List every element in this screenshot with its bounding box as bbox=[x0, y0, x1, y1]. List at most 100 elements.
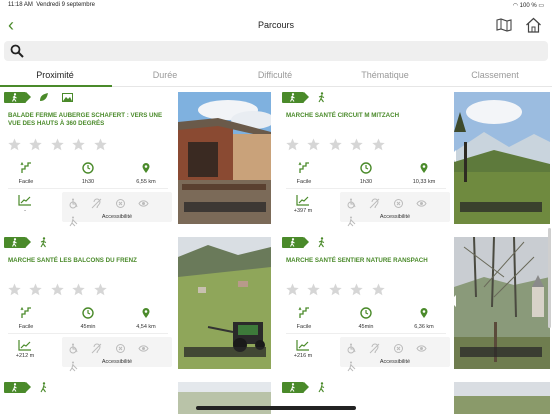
walk-icon bbox=[4, 237, 31, 248]
rating-stars[interactable] bbox=[286, 138, 389, 152]
clock-icon bbox=[360, 162, 372, 174]
elevation-icon bbox=[296, 195, 309, 206]
trail-list: BALADE FERME AUBERGE SCHAFERT : VERS UNE… bbox=[0, 88, 552, 414]
trail-photo[interactable] bbox=[178, 237, 271, 369]
duration-stat: 45min bbox=[68, 307, 108, 330]
trail-info: MARCHE SANTÉ CIRCUIT M MITZACH Facile 1h… bbox=[278, 88, 456, 228]
duration-stat: 45min bbox=[346, 307, 386, 330]
tab-classement[interactable]: Classement bbox=[440, 70, 550, 80]
distance-value: 10,33 km bbox=[412, 179, 436, 185]
trail-photo[interactable] bbox=[454, 237, 550, 369]
visual-icon bbox=[138, 345, 149, 352]
search-bar[interactable] bbox=[4, 41, 548, 61]
difficulty-icon bbox=[298, 307, 309, 318]
rating-stars[interactable] bbox=[8, 138, 111, 152]
trail-card[interactable]: MARCHE SANTÉ LES BALCONS DU FRENZ Facile… bbox=[0, 233, 278, 373]
duration-value: 45min bbox=[80, 324, 96, 330]
star-icon[interactable] bbox=[329, 138, 342, 151]
star-icon[interactable] bbox=[372, 138, 385, 151]
star-icon[interactable] bbox=[72, 138, 86, 151]
duration-value: 1h30 bbox=[81, 179, 95, 185]
difficulty-value: Facile bbox=[18, 324, 34, 330]
rating-stars[interactable] bbox=[286, 283, 389, 297]
home-icon[interactable] bbox=[525, 17, 542, 33]
accessibility-panel: Accessibilité bbox=[340, 192, 450, 227]
tag-row bbox=[282, 237, 327, 249]
elevation-value: +216 m bbox=[293, 353, 313, 359]
wheelchair-icon bbox=[69, 343, 78, 354]
hearing-icon bbox=[92, 198, 102, 209]
star-icon[interactable] bbox=[8, 138, 21, 151]
sort-tabs: Proximité Durée Difficulté Thématique Cl… bbox=[0, 65, 552, 87]
trail-photo[interactable] bbox=[454, 92, 550, 224]
runner-icon bbox=[318, 92, 325, 103]
difficulty-value: Facile bbox=[18, 179, 34, 185]
wheelchair-icon bbox=[69, 198, 78, 209]
star-icon[interactable] bbox=[329, 283, 342, 296]
star-icon[interactable] bbox=[51, 138, 64, 151]
trail-photo-image bbox=[454, 382, 550, 414]
runner-icon bbox=[40, 237, 47, 248]
distance-value: 4,54 km bbox=[136, 324, 156, 330]
map-icon[interactable] bbox=[496, 18, 512, 32]
difficulty-stat: Facile bbox=[284, 307, 324, 330]
trail-photo[interactable] bbox=[178, 92, 271, 224]
trail-name: BALADE FERME AUBERGE SCHAFERT : VERS UNE… bbox=[8, 112, 163, 127]
clock-icon bbox=[82, 162, 94, 174]
trail-card[interactable]: MARCHE SANTÉ CIRCUIT M MITZACH Facile 1h… bbox=[278, 88, 550, 228]
duration-value: 1h30 bbox=[359, 179, 373, 185]
duration-stat: 1h30 bbox=[346, 162, 386, 185]
star-icon[interactable] bbox=[8, 283, 21, 296]
star-icon[interactable] bbox=[350, 283, 364, 296]
star-icon[interactable] bbox=[350, 138, 364, 151]
star-icon[interactable] bbox=[286, 138, 299, 151]
elevation-icon bbox=[18, 340, 31, 351]
hearing-icon bbox=[370, 343, 380, 354]
battery-label: 100 % bbox=[519, 3, 537, 9]
wifi-icon: ◠ bbox=[512, 3, 518, 9]
search-input[interactable] bbox=[28, 43, 538, 59]
star-icon[interactable] bbox=[29, 283, 43, 296]
rating-stars[interactable] bbox=[8, 283, 111, 297]
battery-icon: ▭ bbox=[538, 3, 544, 9]
star-icon[interactable] bbox=[94, 138, 107, 151]
cognitive-icon bbox=[115, 199, 125, 208]
star-icon[interactable] bbox=[286, 283, 299, 296]
star-icon[interactable] bbox=[94, 283, 107, 296]
tab-thematique[interactable]: Thématique bbox=[330, 70, 440, 80]
star-icon[interactable] bbox=[307, 283, 321, 296]
elevation-stat: +212 m bbox=[10, 339, 40, 359]
tab-proximite[interactable]: Proximité bbox=[0, 70, 110, 80]
star-icon[interactable] bbox=[72, 283, 86, 296]
walk-icon bbox=[282, 92, 309, 103]
trail-card[interactable]: BALADE FERME AUBERGE SCHAFERT : VERS UNE… bbox=[0, 88, 278, 228]
star-icon[interactable] bbox=[51, 283, 64, 296]
elevation-value: +397 m bbox=[293, 208, 313, 214]
elevation-stat: - bbox=[10, 194, 40, 214]
photo-caption-bar bbox=[184, 347, 266, 357]
star-icon[interactable] bbox=[29, 138, 43, 151]
divider bbox=[8, 333, 168, 334]
star-icon[interactable] bbox=[372, 283, 385, 296]
scrollbar[interactable] bbox=[548, 228, 551, 328]
difficulty-stat: Facile bbox=[6, 162, 46, 185]
hearing-icon bbox=[92, 343, 102, 354]
elevation-icon bbox=[18, 195, 31, 206]
clock-icon bbox=[82, 307, 94, 319]
difficulty-value: Facile bbox=[296, 324, 312, 330]
photo-caption-bar bbox=[184, 202, 266, 212]
cognitive-icon bbox=[115, 344, 125, 353]
accessibility-panel: Accessibilité bbox=[62, 192, 172, 227]
trail-photo[interactable] bbox=[454, 382, 550, 414]
accessibility-panel: Accessibilité bbox=[62, 337, 172, 372]
location-pin-icon bbox=[420, 163, 428, 173]
status-right: ◠ 100 % ▭ bbox=[513, 2, 544, 9]
tag-row bbox=[4, 237, 49, 249]
location-pin-icon bbox=[420, 308, 428, 318]
trail-card[interactable]: MARCHE SANTÉ SENTIER NATURE RANSPACH Fac… bbox=[278, 233, 550, 373]
tab-difficulte[interactable]: Difficulté bbox=[220, 70, 330, 80]
walk-icon bbox=[4, 382, 31, 393]
card-pointer bbox=[450, 295, 456, 307]
star-icon[interactable] bbox=[307, 138, 321, 151]
tab-duree[interactable]: Durée bbox=[110, 70, 220, 80]
